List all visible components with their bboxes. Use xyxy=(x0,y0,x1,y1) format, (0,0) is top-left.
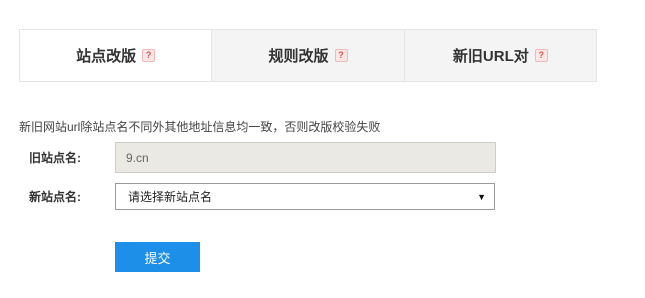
new-site-label: 新站点名: xyxy=(29,190,81,204)
notice-text: 新旧网站url除站点名不同外其他地址信息均一致，否则改版校验失败 xyxy=(19,120,381,134)
tab-bar: 站点改版 ? 规则改版 ? 新旧URL对 ? xyxy=(19,29,597,82)
old-site-field[interactable] xyxy=(115,142,496,173)
help-icon[interactable]: ? xyxy=(142,49,156,62)
tab-rule-revision-label: 规则改版 xyxy=(268,48,329,65)
help-icon[interactable]: ? xyxy=(334,49,348,62)
old-site-label: 旧站点名: xyxy=(29,151,81,165)
old-site-row: 旧站点名: xyxy=(19,142,496,173)
tab-rule-revision[interactable]: 规则改版 ? xyxy=(211,30,404,81)
chevron-down-icon: ▼ xyxy=(477,191,486,202)
new-site-row: 新站点名: 请选择新站点名 ▼ xyxy=(19,183,495,210)
tab-site-revision[interactable]: 站点改版 ? xyxy=(20,30,212,81)
help-icon[interactable]: ? xyxy=(534,49,548,62)
tab-url-mapping[interactable]: 新旧URL对 ? xyxy=(403,30,596,81)
new-site-select-value: 请选择新站点名 xyxy=(128,190,213,204)
submit-button[interactable]: 提交 xyxy=(115,242,200,272)
tab-site-revision-label: 站点改版 xyxy=(76,48,137,65)
new-site-select[interactable]: 请选择新站点名 ▼ xyxy=(115,183,495,210)
tab-url-mapping-label: 新旧URL对 xyxy=(452,48,529,65)
